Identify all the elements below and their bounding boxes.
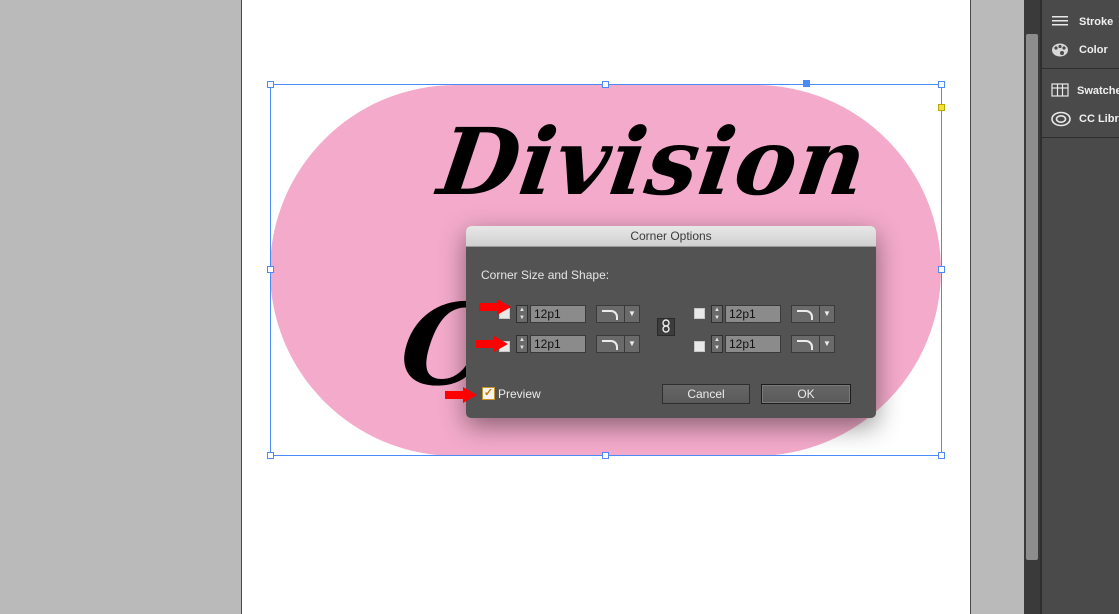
handle-bottom-center[interactable] <box>602 452 609 459</box>
dock-item-cc-libraries[interactable]: CC Libraries <box>1042 105 1119 133</box>
chain-link-icon <box>662 319 670 333</box>
cc-libraries-icon <box>1051 111 1071 127</box>
handle-reference-point[interactable] <box>803 80 810 87</box>
handle-middle-right[interactable] <box>938 266 945 273</box>
corner-options-dialog: Corner Options Corner Size and Shape: ▲ ▼… <box>466 226 876 418</box>
corner-top-right-icon <box>694 308 705 319</box>
preview-label[interactable]: Preview <box>498 387 541 401</box>
stroke-icon <box>1051 14 1071 30</box>
top-left-size-stepper[interactable]: ▲ ▼ <box>516 305 528 323</box>
handle-top-left[interactable] <box>267 81 274 88</box>
section-label: Corner Size and Shape: <box>481 268 610 282</box>
handle-middle-left[interactable] <box>267 266 274 273</box>
ok-button[interactable]: OK <box>761 384 851 404</box>
annotation-arrow-icon <box>476 336 508 352</box>
dock-item-label: Stroke <box>1079 16 1114 28</box>
bottom-right-shape-dropdown[interactable]: ▼ <box>791 335 835 353</box>
top-left-shape-dropdown[interactable]: ▼ <box>596 305 640 323</box>
make-all-settings-same-button[interactable] <box>657 318 675 336</box>
top-right-shape-dropdown[interactable]: ▼ <box>791 305 835 323</box>
cancel-button[interactable]: Cancel <box>662 384 750 404</box>
dock-group-2: Swatches CC Libraries <box>1042 69 1119 138</box>
bottom-left-shape-dropdown[interactable]: ▼ <box>596 335 640 353</box>
dock-item-color[interactable]: Color <box>1042 36 1119 64</box>
dock-item-label: Swatches <box>1077 85 1119 97</box>
panel-dock: Stroke Color Swatches CC Libraries <box>1040 0 1119 614</box>
bottom-left-size-stepper[interactable]: ▲ ▼ <box>516 335 528 353</box>
handle-bottom-right[interactable] <box>938 452 945 459</box>
bottom-right-size-stepper[interactable]: ▲ ▼ <box>711 335 723 353</box>
top-right-size-stepper[interactable]: ▲ ▼ <box>711 305 723 323</box>
top-left-size-input[interactable]: 12p1 <box>530 305 586 323</box>
dock-scrollbar[interactable] <box>1024 0 1040 614</box>
dock-item-swatches[interactable]: Swatches <box>1042 77 1119 105</box>
dock-item-label: Color <box>1079 44 1108 56</box>
dock-item-label: CC Libraries <box>1079 113 1119 125</box>
handle-top-right[interactable] <box>938 81 945 88</box>
preview-checkbox[interactable]: ✓ <box>482 387 495 400</box>
bottom-right-size-input[interactable]: 12p1 <box>725 335 781 353</box>
dock-item-stroke[interactable]: Stroke <box>1042 8 1119 36</box>
bottom-left-size-input[interactable]: 12p1 <box>530 335 586 353</box>
scrollbar-thumb[interactable] <box>1026 34 1038 560</box>
top-right-size-input[interactable]: 12p1 <box>725 305 781 323</box>
handle-top-center[interactable] <box>602 81 609 88</box>
color-palette-icon <box>1051 42 1071 58</box>
annotation-arrow-icon <box>479 299 511 315</box>
annotation-arrow-icon <box>445 387 477 403</box>
dock-group-1: Stroke Color <box>1042 0 1119 69</box>
dialog-title-bar[interactable]: Corner Options <box>466 226 876 247</box>
swatches-icon <box>1051 83 1069 99</box>
live-corner-handle[interactable] <box>938 104 945 111</box>
corner-bottom-right-icon <box>694 341 705 352</box>
handle-bottom-left[interactable] <box>267 452 274 459</box>
